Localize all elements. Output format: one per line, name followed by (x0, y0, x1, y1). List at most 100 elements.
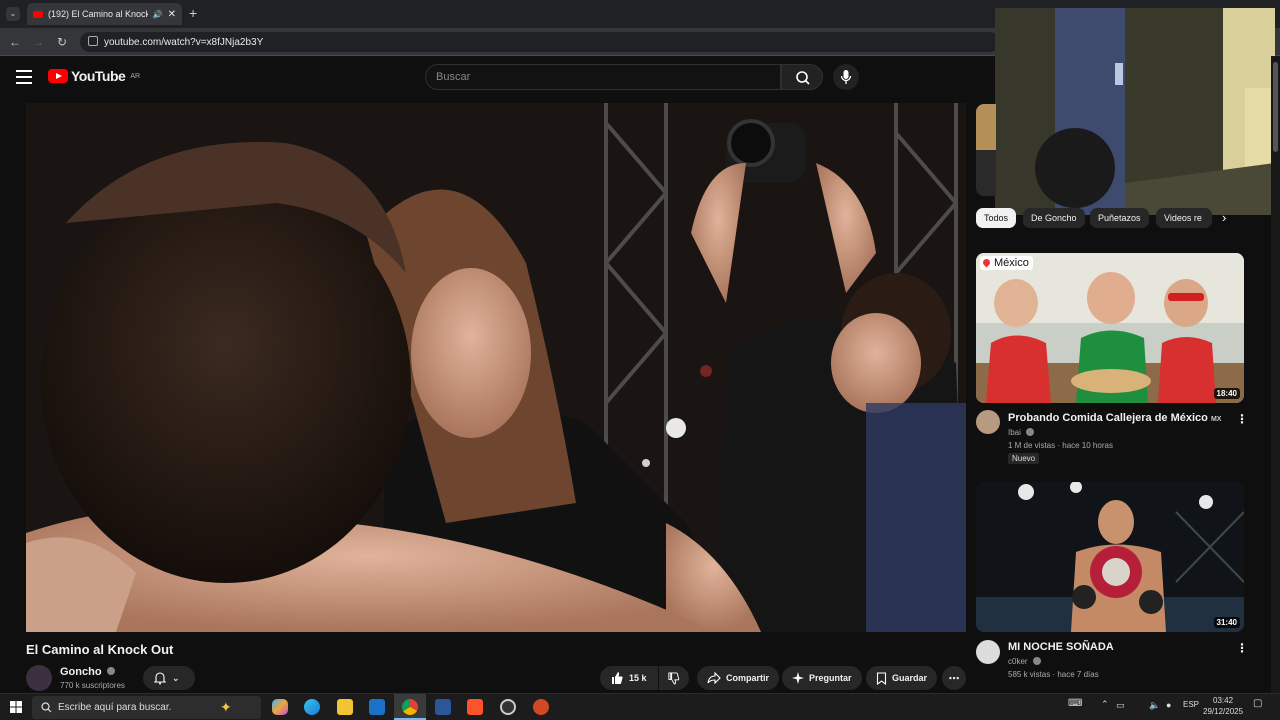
tab-search-button[interactable]: ⌄ (6, 7, 20, 21)
ask-button[interactable]: Preguntar (782, 666, 862, 690)
file-explorer-icon[interactable] (337, 699, 353, 715)
chrome-icon[interactable] (402, 699, 418, 715)
sparkle-icon: ✦ (220, 699, 232, 715)
youtube-logo[interactable]: YouTube AR (48, 68, 140, 84)
windows-start-icon[interactable] (10, 701, 22, 713)
chip-punetazos[interactable]: Puñetazos (1090, 208, 1149, 228)
clock-time[interactable]: 03:42 (1213, 696, 1233, 705)
bookmark-icon (876, 671, 887, 685)
tray-chevron-icon[interactable]: ⌃ (1101, 699, 1109, 710)
verified-icon (1032, 657, 1041, 665)
more-horizontal-icon: ⋯ (948, 672, 960, 685)
bell-icon (153, 672, 167, 685)
tab-title: (192) El Camino al Knock O (48, 9, 148, 19)
channel-name-main[interactable]: Goncho (60, 666, 115, 678)
webcam-image (995, 8, 1275, 215)
site-info-icon[interactable] (88, 36, 98, 46)
video-thumbnail[interactable]: 31:40 (976, 482, 1244, 632)
voice-search-button[interactable] (833, 64, 859, 90)
share-icon (707, 672, 721, 684)
video-title-main: El Camino al Knock Out (26, 642, 174, 657)
windows-taskbar: Escribe aquí para buscar. ✦ ⌨ ⌃ ▭ 🔈 ● ES… (0, 693, 1280, 720)
flag-label: MX (1210, 416, 1222, 423)
thumbs-down-icon (668, 671, 680, 685)
video-meta: 1 M de vistas · hace 10 horas (1008, 441, 1113, 450)
obs-icon[interactable] (500, 699, 516, 715)
youtube-play-icon (48, 69, 68, 83)
microphone-icon (840, 70, 852, 84)
share-button[interactable]: Compartir (697, 666, 780, 690)
mail-icon[interactable] (369, 699, 385, 715)
speaker-icon[interactable]: 🔊 (153, 10, 163, 19)
address-url: youtube.com/watch?v=x8fJNja2b3Y (104, 36, 264, 48)
location-label: México (994, 257, 1029, 269)
channel-avatar[interactable] (976, 410, 1000, 434)
browser-tab[interactable]: (192) El Camino al Knock O 🔊 ✕ (27, 3, 182, 25)
more-options-icon[interactable]: ⋮ (1236, 412, 1248, 426)
channel-name[interactable]: Ibai (1008, 428, 1035, 437)
channel-name[interactable]: c0ker (1008, 657, 1041, 666)
new-tab-button[interactable]: + (189, 5, 197, 21)
language-indicator[interactable]: ESP (1183, 700, 1199, 709)
reload-icon[interactable]: ↻ (54, 34, 70, 50)
forward-icon[interactable]: → (30, 34, 46, 50)
address-bar[interactable]: youtube.com/watch?v=x8fJNja2b3Y (80, 32, 1000, 52)
video-meta: 585 k vistas · hace 7 días (1008, 670, 1099, 679)
search-input[interactable]: Buscar (425, 64, 781, 90)
share-label: Compartir (726, 673, 770, 683)
more-actions-button[interactable]: ⋯ (942, 666, 966, 690)
video-player[interactable] (26, 103, 966, 632)
hamburger-menu-icon[interactable] (16, 70, 32, 84)
like-button[interactable]: 15 k (600, 666, 658, 690)
duration-badge: 18:40 (1213, 388, 1240, 399)
webcam-overlay (995, 8, 1275, 215)
verified-icon (106, 667, 115, 675)
video-title[interactable]: Probando Comida Callejera de México MX (1008, 412, 1221, 424)
new-badge: Nuevo (1008, 453, 1040, 464)
chip-de-goncho[interactable]: De Goncho (1023, 208, 1085, 228)
dislike-button[interactable] (659, 666, 689, 690)
search-button[interactable] (781, 64, 823, 90)
edge-icon[interactable] (304, 699, 320, 715)
sidebar-top-card[interactable] (976, 104, 996, 196)
tab-close-icon[interactable]: ✕ (168, 9, 176, 20)
copilot-icon[interactable] (272, 699, 288, 715)
clock-date[interactable]: 29/12/2025 (1203, 707, 1243, 716)
video-thumbnail[interactable]: México 18:40 (976, 253, 1244, 403)
microphone-icon[interactable]: ● (1166, 700, 1171, 710)
channel-avatar-main[interactable] (26, 665, 52, 691)
country-code: AR (130, 72, 141, 80)
speaker-icon[interactable]: 🔈 (1149, 700, 1160, 711)
like-count: 15 k (629, 673, 647, 683)
chip-videos-relacionados[interactable]: Videos re (1156, 208, 1212, 228)
chevron-right-icon[interactable]: › (1222, 210, 1226, 225)
chip-todos[interactable]: Todos (976, 208, 1017, 228)
ask-label: Preguntar (809, 673, 852, 683)
powerpoint-icon[interactable] (533, 699, 549, 715)
taskbar-search-input[interactable]: Escribe aquí para buscar. ✦ (32, 696, 261, 719)
more-options-icon[interactable]: ⋮ (1236, 641, 1248, 655)
video-title-text: Probando Comida Callejera de México (1008, 412, 1208, 424)
search-icon (796, 71, 810, 85)
video-title[interactable]: MI NOCHE SOÑADA (1008, 641, 1114, 653)
brave-icon[interactable] (467, 699, 483, 715)
back-icon[interactable]: ← (7, 34, 23, 50)
youtube-favicon-icon (33, 10, 43, 18)
channel-name-text: c0ker (1008, 657, 1028, 666)
location-badge: México (980, 256, 1033, 270)
notifications-icon[interactable]: ▢ (1253, 698, 1262, 709)
search-icon (41, 702, 52, 713)
thumbnail-image (976, 253, 1244, 403)
network-icon[interactable]: ▭ (1116, 700, 1125, 711)
save-label: Guardar (892, 673, 928, 683)
keyboard-icon[interactable]: ⌨ (1068, 698, 1082, 709)
channel-avatar[interactable] (976, 640, 1000, 664)
subscribed-bell-button[interactable]: ⌄ (143, 666, 195, 690)
thumbs-up-icon (612, 672, 623, 684)
thumbnail-image (976, 482, 1244, 632)
save-button[interactable]: Guardar (866, 666, 938, 690)
word-icon[interactable] (435, 699, 451, 715)
taskbar-search-text: Escribe aquí para buscar. (58, 702, 172, 713)
scrollbar-thumb[interactable] (1273, 62, 1278, 152)
channel-name-text: Goncho (60, 666, 102, 678)
